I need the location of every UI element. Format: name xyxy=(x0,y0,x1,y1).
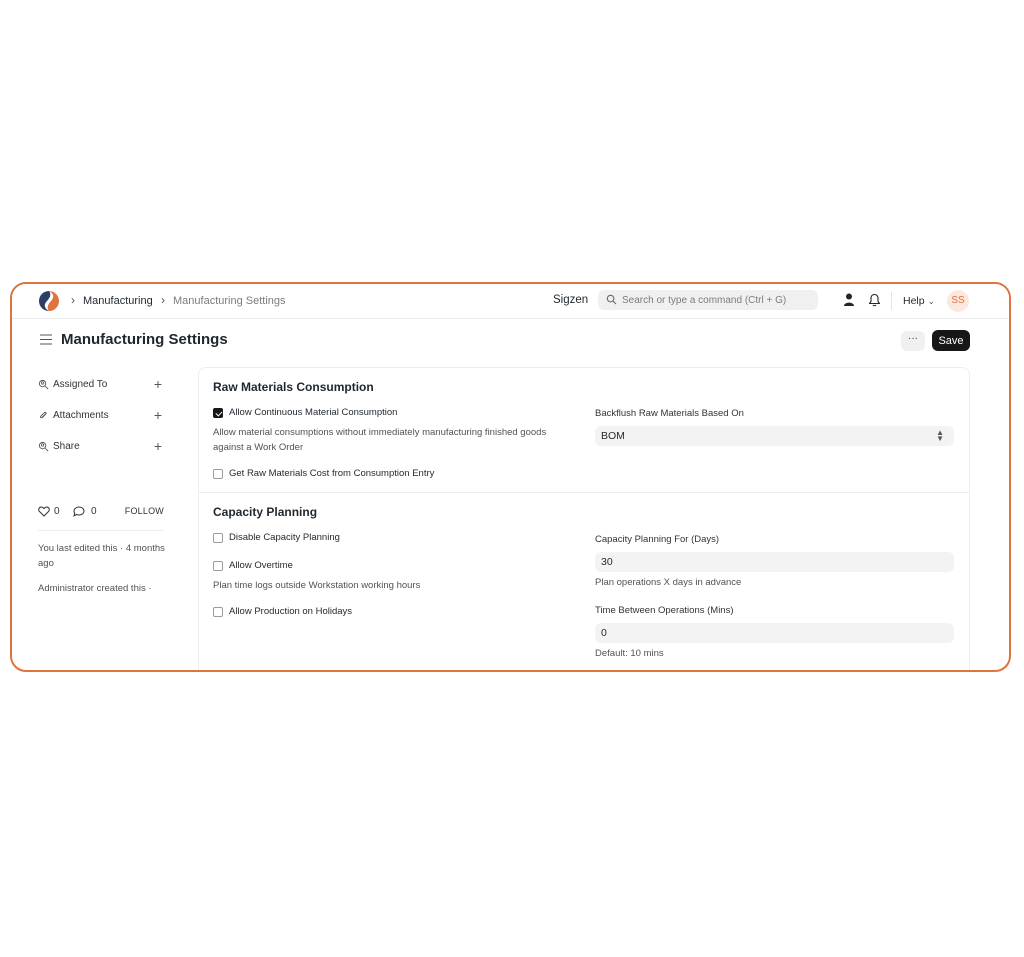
breadcrumb-manufacturing-settings[interactable]: Manufacturing Settings xyxy=(173,295,286,307)
add-share-icon[interactable]: + xyxy=(154,438,162,454)
heart-icon[interactable] xyxy=(38,506,50,517)
menu-icon[interactable] xyxy=(40,334,52,345)
field-description: Allow material consumptions without imme… xyxy=(213,427,547,453)
disable-capacity-planning-checkbox[interactable] xyxy=(213,533,223,543)
breadcrumb-manufacturing[interactable]: Manufacturing xyxy=(83,295,153,307)
sidebar-label: Attachments xyxy=(53,410,109,421)
capacity-planning-days-input[interactable]: 30 xyxy=(595,552,954,572)
likes-comments-row: 0 0 FOLLOW xyxy=(38,505,164,521)
allow-production-on-holidays-checkbox[interactable] xyxy=(213,607,223,617)
sidebar-share[interactable]: Share + xyxy=(38,438,162,456)
navbar: › Manufacturing › Manufacturing Settings… xyxy=(12,284,1009,319)
page-title: Manufacturing Settings xyxy=(61,331,228,348)
checkbox-label[interactable]: Get Raw Materials Cost from Consumption … xyxy=(229,468,434,479)
section-title-capacity-planning: Capacity Planning xyxy=(213,505,318,519)
sidebar-label: Share xyxy=(53,441,80,452)
user-icon[interactable] xyxy=(843,293,855,307)
notification-bell-icon[interactable] xyxy=(868,293,881,307)
backflush-select[interactable]: BOM ▲ ▼ xyxy=(595,426,954,446)
sidebar-attachments[interactable]: Attachments + xyxy=(38,407,162,425)
comment-icon[interactable] xyxy=(73,506,85,517)
company-name: Sigzen xyxy=(553,294,589,306)
created-text: Administrator created this · xyxy=(38,583,152,594)
add-assignment-icon[interactable]: + xyxy=(154,376,162,392)
app-window: › Manufacturing › Manufacturing Settings… xyxy=(10,282,1011,672)
sidebar-divider xyxy=(38,530,164,531)
select-value: BOM xyxy=(601,430,625,442)
share-icon xyxy=(38,441,49,452)
field-label: Capacity Planning For (Days) xyxy=(595,534,720,545)
get-raw-materials-cost-checkbox[interactable] xyxy=(213,469,223,479)
search-bar[interactable] xyxy=(598,290,818,310)
select-arrows-icon: ▲ ▼ xyxy=(936,428,944,443)
section-divider xyxy=(199,492,969,493)
settings-card: Raw Materials Consumption Allow Continuo… xyxy=(198,367,970,670)
chevron-right-icon: › xyxy=(161,293,165,307)
avatar[interactable]: SS xyxy=(947,290,969,312)
navbar-divider xyxy=(891,292,892,310)
chevron-right-icon: › xyxy=(71,293,75,307)
checkbox-label[interactable]: Allow Overtime xyxy=(229,560,293,571)
chevron-down-icon: ⌄ xyxy=(927,296,936,306)
likes-count: 0 xyxy=(54,506,60,517)
section-title-raw-materials: Raw Materials Consumption xyxy=(213,380,374,394)
field-label: Backflush Raw Materials Based On xyxy=(595,408,744,419)
follow-button[interactable]: FOLLOW xyxy=(125,506,164,516)
help-menu[interactable]: Help ⌄ xyxy=(903,295,935,307)
search-icon xyxy=(606,294,617,305)
assign-icon xyxy=(38,379,49,390)
paperclip-icon xyxy=(39,411,47,419)
sidebar-assigned-to[interactable]: Assigned To + xyxy=(38,376,162,394)
sidebar-label: Assigned To xyxy=(53,379,108,390)
add-attachment-icon[interactable]: + xyxy=(154,407,162,423)
help-label: Help xyxy=(903,295,925,307)
checkbox-label[interactable]: Disable Capacity Planning xyxy=(229,532,340,543)
save-button[interactable]: Save xyxy=(932,330,970,351)
checkbox-label[interactable]: Allow Production on Holidays xyxy=(229,606,352,617)
search-input[interactable] xyxy=(622,290,812,310)
last-edited-text: You last edited this · 4 months ago xyxy=(38,543,165,569)
field-description: Plan operations X days in advance xyxy=(595,577,742,588)
more-actions-button[interactable]: ··· xyxy=(901,331,925,351)
time-between-operations-input[interactable]: 0 xyxy=(595,623,954,643)
app-logo[interactable] xyxy=(38,290,60,312)
checkbox-label[interactable]: Allow Continuous Material Consumption xyxy=(229,407,397,418)
allow-overtime-checkbox[interactable] xyxy=(213,561,223,571)
field-label: Time Between Operations (Mins) xyxy=(595,605,734,616)
field-description: Plan time logs outside Workstation worki… xyxy=(213,580,421,591)
field-description: Default: 10 mins xyxy=(595,648,664,659)
comments-count: 0 xyxy=(91,506,97,517)
allow-continuous-consumption-checkbox[interactable] xyxy=(213,408,223,418)
